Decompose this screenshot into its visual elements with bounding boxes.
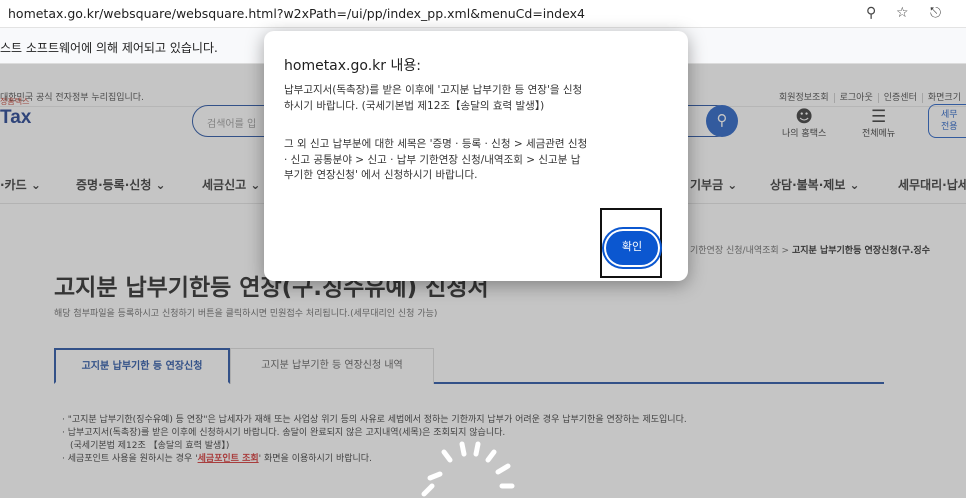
dialog-msg2-line2: · 신고 공통분야 > 신고 · 납부 기한연장 신청/내역조회 > 신고분 납 bbox=[284, 153, 581, 166]
url-text[interactable]: hometax.go.kr/websquare/websquare.html?w… bbox=[8, 6, 585, 21]
browser-address-bar: hometax.go.kr/websquare/websquare.html?w… bbox=[0, 0, 966, 28]
ok-button-highlight: 확인 bbox=[600, 208, 662, 278]
loading-spinner-icon bbox=[421, 441, 515, 497]
dialog-message-2: 그 외 신고 납부분에 대한 세목은 '증명 · 등록 · 신청 > 세금관련 … bbox=[284, 137, 587, 184]
infobar-text: 스트 소프트웨어에 의해 제어되고 있습니다. bbox=[0, 41, 218, 55]
dialog-msg2-line1: 그 외 신고 납부분에 대한 세목은 '증명 · 등록 · 신청 > 세금관련 … bbox=[284, 138, 588, 150]
alert-dialog: hometax.go.kr 내용: 납부고지서(독촉장)를 받은 이후에 '고지… bbox=[264, 31, 688, 281]
star-icon[interactable]: ☆ bbox=[896, 5, 909, 21]
zoom-icon[interactable]: ⚲ bbox=[866, 5, 876, 21]
ok-button[interactable]: 확인 bbox=[606, 231, 658, 265]
dialog-title: hometax.go.kr 내용: bbox=[284, 58, 421, 74]
dialog-msg1-line1: 납부고지서(독촉장)를 받은 이후에 '고지분 납부기한 등 연장'을 신청 bbox=[284, 84, 583, 96]
dialog-message-1: 납부고지서(독촉장)를 받은 이후에 '고지분 납부기한 등 연장'을 신청 하… bbox=[284, 83, 582, 114]
dialog-msg2-line3: 부기한 연장신청' 에서 신청하시기 바랍니다. bbox=[284, 169, 478, 181]
puzzle-icon[interactable]: ⎋ bbox=[930, 5, 941, 21]
dialog-msg1-line2: 하시기 바랍니다. (국세기본법 제12조【송달의 효력 발생】) bbox=[284, 99, 545, 112]
